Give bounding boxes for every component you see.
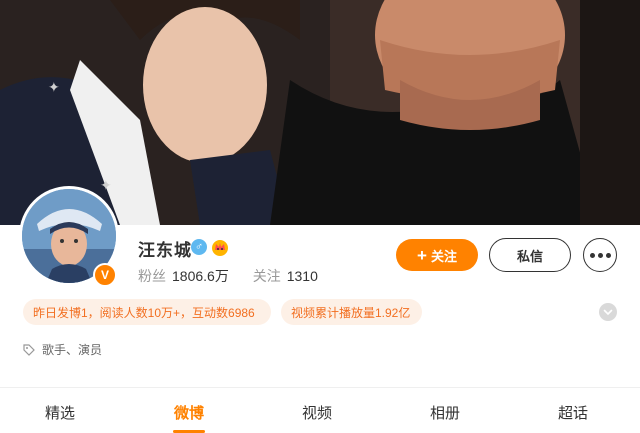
svg-text:✦: ✦ <box>100 178 112 194</box>
svg-text:✦: ✦ <box>48 80 60 96</box>
verified-badge-icon: V <box>93 263 117 287</box>
tab-supertopic[interactable]: 超话 <box>533 402 613 423</box>
following-count[interactable]: 1310 <box>287 268 318 284</box>
tab-video[interactable]: 视频 <box>277 402 357 423</box>
message-button[interactable]: 私信 <box>489 238 571 272</box>
gender-male-icon: ♂ <box>191 239 207 255</box>
tag-icon <box>23 343 35 356</box>
cover-photo: ✦ ✦ <box>0 0 640 225</box>
more-dots-icon[interactable] <box>583 238 617 272</box>
plus-icon: + <box>417 245 427 265</box>
follow-button[interactable]: + 关注 <box>396 239 478 271</box>
tab-album[interactable]: 相册 <box>405 402 485 423</box>
chevron-down-icon[interactable] <box>599 303 617 321</box>
profile-name: 汪东城 <box>138 241 192 260</box>
video-plays-pill[interactable]: 视频累计播放量1.92亿 <box>281 299 422 325</box>
yesterday-stats-pill[interactable]: 昨日发博1，阅读人数10万+，互动数6986 <box>23 299 271 325</box>
tab-featured[interactable]: 精选 <box>20 402 100 423</box>
tags-text: 歌手、演员 <box>42 343 103 357</box>
follow-button-label: 关注 <box>430 248 457 264</box>
following-label: 关注 <box>252 268 281 284</box>
profile-tags: 歌手、演员 <box>23 341 102 358</box>
followers-count[interactable]: 1806.6万 <box>172 268 229 284</box>
followers-label: 粉丝 <box>138 268 166 284</box>
crown-icon <box>211 238 229 256</box>
tab-weibo[interactable]: 微博 <box>149 402 229 423</box>
profile-stats: 粉丝 1806.6万 关注 1310 <box>138 266 338 286</box>
profile-tabs: 精选 微博 视频 相册 超话 <box>0 388 640 433</box>
message-button-label: 私信 <box>516 248 543 264</box>
